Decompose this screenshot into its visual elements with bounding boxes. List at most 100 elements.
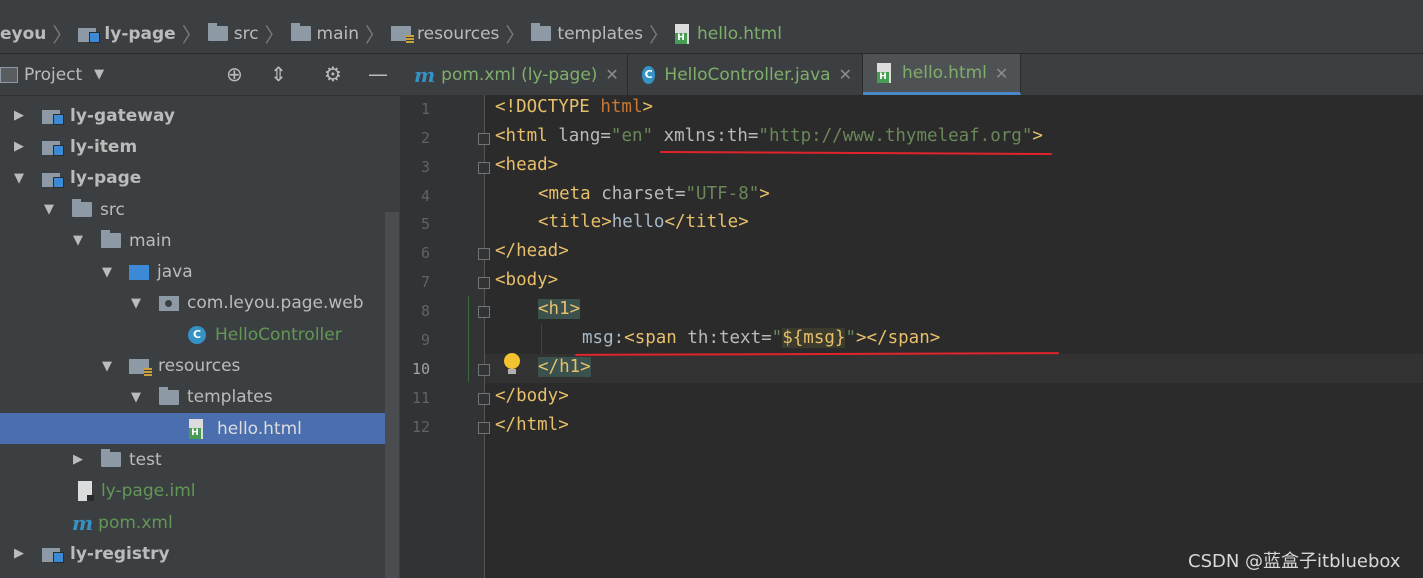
tree-item-ly-item[interactable]: ▶ ly-item bbox=[0, 131, 385, 162]
close-icon[interactable]: ✕ bbox=[995, 64, 1008, 83]
change-marker bbox=[468, 296, 469, 382]
tree-item-resources[interactable]: ▼ resources bbox=[0, 350, 385, 381]
chevron-right-icon[interactable]: ▶ bbox=[12, 546, 26, 561]
project-view-icon bbox=[0, 66, 18, 83]
line-number: 7 bbox=[420, 273, 430, 291]
iml-file-icon bbox=[78, 481, 94, 502]
fold-marker-icon[interactable] bbox=[478, 422, 490, 434]
tree-item-ly-page[interactable]: ▼ ly-page bbox=[0, 163, 385, 194]
resources-folder-icon bbox=[391, 26, 415, 44]
project-tree: ▶ ly-gateway ▶ ly-item ▼ ly-page ▼ src ▼… bbox=[0, 100, 385, 569]
chevron-right-icon[interactable]: ▶ bbox=[12, 139, 26, 154]
project-view-label[interactable]: Project bbox=[24, 65, 82, 85]
code-line-7: <body> bbox=[495, 270, 559, 290]
tree-item-ly-registry[interactable]: ▶ ly-registry bbox=[0, 538, 385, 569]
breadcrumb-item-main[interactable]: main bbox=[290, 23, 359, 44]
chevron-down-icon[interactable]: ▼ bbox=[129, 296, 143, 311]
line-number: 6 bbox=[420, 244, 430, 262]
line-number: 4 bbox=[420, 187, 430, 205]
code-line-8: <h1> bbox=[538, 299, 581, 319]
line-number: 12 bbox=[411, 418, 430, 436]
close-icon[interactable]: ✕ bbox=[839, 65, 852, 84]
code-line-12: </html> bbox=[495, 415, 569, 435]
code-line-9: msg:<span th:text="${msg}"></span> bbox=[582, 328, 941, 348]
module-folder-icon bbox=[42, 138, 64, 157]
close-icon[interactable]: ✕ bbox=[605, 65, 618, 84]
tree-item-main[interactable]: ▼ main bbox=[0, 225, 385, 256]
tree-item-package[interactable]: ▼ com.leyou.page.web bbox=[0, 288, 385, 319]
code-line-5: <title>hello</title> bbox=[538, 212, 749, 232]
minimize-icon[interactable]: — bbox=[368, 62, 388, 86]
folder-icon bbox=[207, 23, 228, 41]
gear-icon[interactable]: ⚙ bbox=[324, 62, 342, 86]
project-scrollbar[interactable] bbox=[385, 212, 399, 578]
tree-item-java[interactable]: ▼ java bbox=[0, 256, 385, 287]
tab-pom-xml[interactable]: m pom.xml (ly-page) ✕ bbox=[400, 54, 628, 95]
watermark: CSDN @蓝盒子itbluebox bbox=[1188, 551, 1401, 572]
chevron-down-icon[interactable]: ▼ bbox=[12, 171, 26, 186]
package-icon bbox=[159, 295, 179, 311]
fold-marker-icon[interactable] bbox=[478, 306, 490, 318]
lightbulb-icon[interactable] bbox=[504, 353, 520, 374]
editor-tabs: m pom.xml (ly-page) ✕ C HelloController.… bbox=[400, 54, 1423, 96]
main-toolbar bbox=[0, 0, 1423, 14]
tab-hello-html[interactable]: H hello.html ✕ bbox=[863, 54, 1021, 95]
tree-item-hello-html[interactable]: H hello.html bbox=[0, 412, 385, 445]
tree-item-ly-page-iml[interactable]: ly-page.iml bbox=[0, 476, 385, 507]
chevron-right-icon[interactable]: ▶ bbox=[71, 452, 85, 467]
chevron-right-icon: 〉 bbox=[52, 23, 73, 47]
folder-icon bbox=[101, 230, 121, 249]
folder-icon bbox=[531, 23, 552, 41]
chevron-down-icon[interactable]: ▼ bbox=[100, 359, 114, 374]
html-file-icon: H bbox=[189, 418, 205, 439]
breadcrumb-item-ly-page[interactable]: ly-page bbox=[78, 24, 176, 44]
breadcrumb-item-hello-html[interactable]: H hello.html bbox=[675, 23, 782, 44]
line-number: 3 bbox=[420, 158, 430, 176]
breadcrumb-item-src[interactable]: src bbox=[207, 23, 259, 44]
chevron-down-icon[interactable]: ▼ bbox=[129, 390, 143, 405]
fold-marker-icon[interactable] bbox=[478, 248, 490, 260]
chevron-down-icon[interactable]: ▼ bbox=[100, 265, 114, 280]
tree-item-templates[interactable]: ▼ templates bbox=[0, 382, 385, 413]
fold-marker-icon[interactable] bbox=[478, 277, 490, 289]
breadcrumb-item-project[interactable]: eyou bbox=[0, 24, 46, 44]
fold-marker-icon[interactable] bbox=[478, 393, 490, 405]
resources-folder-icon bbox=[129, 358, 152, 377]
code-line-4: <meta charset="UTF-8"> bbox=[538, 184, 770, 204]
tree-item-pom-xml[interactable]: m pom.xml bbox=[0, 507, 385, 538]
fold-marker-icon[interactable] bbox=[478, 133, 490, 145]
line-number: 8 bbox=[420, 302, 430, 320]
fold-marker-icon[interactable] bbox=[478, 162, 490, 174]
line-number: 11 bbox=[411, 389, 430, 407]
tree-item-ly-gateway[interactable]: ▶ ly-gateway bbox=[0, 100, 385, 131]
collapse-all-icon[interactable]: ⇕ bbox=[270, 62, 287, 86]
folder-icon bbox=[159, 386, 179, 405]
tree-item-test[interactable]: ▶ test bbox=[0, 444, 385, 475]
chevron-down-icon[interactable]: ▼ bbox=[94, 67, 104, 82]
chevron-down-icon[interactable]: ▼ bbox=[42, 202, 56, 217]
chevron-right-icon: 〉 bbox=[649, 23, 670, 47]
breadcrumb-item-templates[interactable]: templates bbox=[531, 23, 643, 44]
tree-item-src[interactable]: ▼ src bbox=[0, 194, 385, 225]
code-line-1: <!DOCTYPE html> bbox=[495, 97, 654, 117]
project-panel: Project ▼ ⊕ ⇕ ⚙ — ▶ ly-gateway ▶ ly-item… bbox=[0, 54, 400, 578]
locate-file-icon[interactable]: ⊕ bbox=[226, 62, 243, 86]
maven-icon: m bbox=[414, 62, 436, 87]
chevron-down-icon[interactable]: ▼ bbox=[71, 233, 85, 248]
code-line-6: </head> bbox=[495, 241, 569, 261]
class-icon: C bbox=[642, 65, 656, 84]
html-file-icon: H bbox=[675, 23, 691, 44]
fold-marker-icon[interactable] bbox=[478, 364, 490, 376]
chevron-right-icon[interactable]: ▶ bbox=[12, 108, 26, 123]
code-line-11: </body> bbox=[495, 386, 569, 406]
tree-item-hellocontroller[interactable]: C HelloController bbox=[0, 319, 385, 350]
breadcrumb-item-resources[interactable]: resources bbox=[391, 24, 499, 44]
chevron-right-icon: 〉 bbox=[264, 23, 285, 47]
module-folder-icon bbox=[42, 545, 64, 564]
line-number: 5 bbox=[420, 215, 430, 233]
module-folder-icon bbox=[78, 25, 101, 43]
folder-icon bbox=[101, 449, 121, 468]
line-number: 2 bbox=[420, 129, 430, 147]
tab-hellocontroller-java[interactable]: C HelloController.java ✕ bbox=[628, 54, 863, 95]
chevron-right-icon: 〉 bbox=[505, 23, 526, 47]
